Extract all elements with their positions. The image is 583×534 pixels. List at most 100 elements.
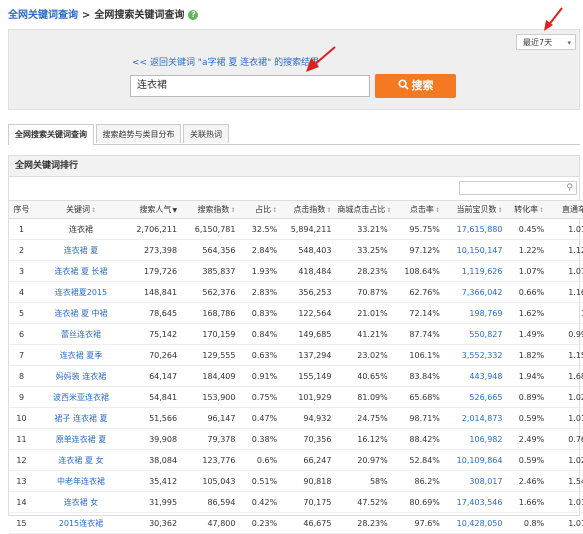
table-header-row: 序号 关键词↕ 搜索人气▼ 搜索指数↕ 占比↕ 点击指数↕ 商城点击占比↕ 点击率↕ 当前宝贝数…: [9, 200, 583, 219]
tab-related-words[interactable]: 关联热词: [183, 124, 229, 143]
cell-ztc: 1.15: [547, 344, 583, 366]
cell-search-index: 385,837: [180, 260, 239, 282]
tab-keyword-query[interactable]: 全网搜索关键词查询: [8, 124, 94, 145]
back-to-results-link[interactable]: << 返回关键词 "a字裙 夏 连衣裙" 的搜索结果: [132, 55, 319, 68]
cell-click-rate: 88.42%: [390, 428, 443, 450]
cell-ztc: 1.02: [547, 449, 583, 471]
breadcrumb-root-link[interactable]: 全网关键词查询: [8, 10, 78, 21]
cell-keyword[interactable]: 连衣裙夏2015: [34, 281, 128, 303]
column-header-item-count[interactable]: 当前宝贝数↕: [442, 200, 506, 219]
tab-trend-category[interactable]: 搜索趋势与类目分布: [96, 124, 181, 143]
search-button-label: 搜索: [411, 79, 434, 92]
cell-keyword[interactable]: 波西米亚连衣裙: [34, 386, 128, 408]
column-header-label: 转化率: [514, 205, 539, 214]
cell-item-count[interactable]: 17,403,546: [442, 491, 506, 513]
column-header-share[interactable]: 占比↕: [238, 200, 281, 219]
cell-item-count[interactable]: 198,769: [442, 302, 506, 324]
cell-keyword[interactable]: 连衣裙 夏 女: [34, 449, 128, 471]
cell-click-rate: 80.69%: [390, 491, 443, 513]
column-header-search-popularity[interactable]: 搜索人气▼: [127, 200, 181, 219]
cell-item-count[interactable]: 526,665: [442, 386, 506, 408]
cell-ztc: 1.68: [547, 365, 583, 387]
cell-item-count[interactable]: 308,017: [442, 470, 506, 492]
cell-keyword[interactable]: 连衣裙: [34, 218, 128, 240]
cell-mall-click-share: 33.25%: [334, 239, 391, 261]
breadcrumb: 全网关键词查询 > 全网搜索关键词查询?: [8, 6, 199, 21]
cell-mall-click-share: 16.12%: [334, 428, 391, 450]
help-icon[interactable]: ?: [188, 10, 199, 20]
cell-keyword[interactable]: 妈妈装 连衣裙: [34, 365, 128, 387]
sort-icon: ↕: [230, 207, 236, 214]
cell-item-count[interactable]: 106,982: [442, 428, 506, 450]
filter-input[interactable]: ⚲: [459, 181, 577, 195]
cell-item-count[interactable]: 550,827: [442, 323, 506, 345]
cell-ztc: 0.76: [547, 428, 583, 450]
column-header-search-index[interactable]: 搜索指数↕: [180, 200, 239, 219]
sort-icon: ↕: [90, 207, 96, 214]
column-header-click-rate[interactable]: 点击率↕: [390, 200, 443, 219]
table-row: 9 波西米亚连衣裙 54,841 153,900 0.75% 101,929 81.09% 6…: [9, 386, 583, 408]
cell-search-index: 170,159: [180, 323, 239, 345]
cell-item-count[interactable]: 17,615,880: [442, 218, 506, 240]
table-row: 6 蕾丝连衣裙 75,142 170,159 0.84% 149,685 41.21% 87.…: [9, 323, 583, 345]
search-input[interactable]: 连衣裙: [130, 75, 370, 97]
cell-mall-click-share: 81.09%: [334, 386, 391, 408]
cell-item-count[interactable]: 3,552,332: [442, 344, 506, 366]
cell-click-rate: 62.76%: [390, 281, 443, 303]
column-header-conversion-rate[interactable]: 转化率↕: [505, 200, 548, 219]
cell-keyword[interactable]: 原单连衣裙 夏: [34, 428, 128, 450]
cell-click-index: 70,356: [280, 428, 335, 450]
cell-keyword[interactable]: 裙子 连衣裙 夏: [34, 407, 128, 429]
date-range-select[interactable]: 最近7天 ▾: [516, 34, 576, 50]
column-header-label: 点击指数: [293, 205, 326, 214]
cell-item-count[interactable]: 1,119,626: [442, 260, 506, 282]
cell-index: 13: [9, 470, 35, 492]
column-header-ztc[interactable]: 直通车: [547, 200, 583, 219]
column-header-mall-click-share[interactable]: 商城点击占比↕: [334, 200, 392, 219]
cell-ztc: 1.02: [547, 386, 583, 408]
sort-icon: ↕: [326, 207, 332, 214]
cell-keyword[interactable]: 连衣裙 夏: [34, 239, 128, 261]
sort-icon: ▼: [172, 207, 178, 214]
column-header-click-index[interactable]: 点击指数↕: [280, 200, 335, 219]
cell-ztc: 1.16: [547, 281, 583, 303]
cell-keyword[interactable]: 连衣裙 夏 长裙: [34, 260, 128, 282]
cell-keyword[interactable]: 连衣裙 夏 中裙: [34, 302, 128, 324]
search-button[interactable]: 搜索: [375, 74, 456, 98]
cell-keyword[interactable]: 连衣裙 夏季: [34, 344, 128, 366]
cell-ztc: 1.54: [547, 470, 583, 492]
cell-click-rate: 65.68%: [390, 386, 443, 408]
table-row: 3 连衣裙 夏 长裙 179,726 385,837 1.93% 418,484 28.23…: [9, 260, 583, 282]
table-body: 1 连衣裙 2,706,211 6,150,781 32.5% 5,894,211 33.2…: [9, 218, 583, 534]
cell-keyword[interactable]: 连衣裙 女: [34, 491, 128, 513]
cell-search-index: 184,409: [180, 365, 239, 387]
column-header-label: 搜索指数: [197, 205, 230, 214]
column-header-keyword[interactable]: 关键词↕: [34, 200, 128, 219]
table-row: 14 连衣裙 女 31,995 86,594 0.42% 70,175 47.52% 80.6…: [9, 491, 583, 513]
sort-icon: ↕: [386, 207, 392, 214]
cell-conversion-rate: 1.22%: [505, 239, 548, 261]
cell-item-count[interactable]: 2,014,873: [442, 407, 506, 429]
cell-keyword[interactable]: 中老年连衣裙: [34, 470, 128, 492]
cell-click-rate: 106.1%: [390, 344, 443, 366]
cell-mall-click-share: 21.01%: [334, 302, 391, 324]
cell-search-popularity: 148,841: [127, 281, 181, 303]
column-header-label: 搜索人气: [139, 205, 172, 214]
cell-mall-click-share: 70.87%: [334, 281, 391, 303]
cell-item-count[interactable]: 7,366,042: [442, 281, 506, 303]
cell-item-count[interactable]: 443,948: [442, 365, 506, 387]
cell-ztc: 1.01: [547, 218, 583, 240]
cell-share: 0.91%: [238, 365, 281, 387]
cell-mall-click-share: 24.75%: [334, 407, 391, 429]
cell-share: 0.42%: [238, 491, 281, 513]
cell-search-popularity: 51,566: [127, 407, 181, 429]
cell-ztc: 0.99: [547, 323, 583, 345]
cell-click-index: 149,685: [280, 323, 335, 345]
cell-item-count[interactable]: 10,150,147: [442, 239, 506, 261]
cell-keyword[interactable]: 蕾丝连衣裙: [34, 323, 128, 345]
cell-mall-click-share: 20.97%: [334, 449, 391, 471]
cell-index: 3: [9, 260, 35, 282]
cell-share: 0.75%: [238, 386, 281, 408]
cell-click-rate: 98.71%: [390, 407, 443, 429]
cell-item-count[interactable]: 10,109,864: [442, 449, 506, 471]
